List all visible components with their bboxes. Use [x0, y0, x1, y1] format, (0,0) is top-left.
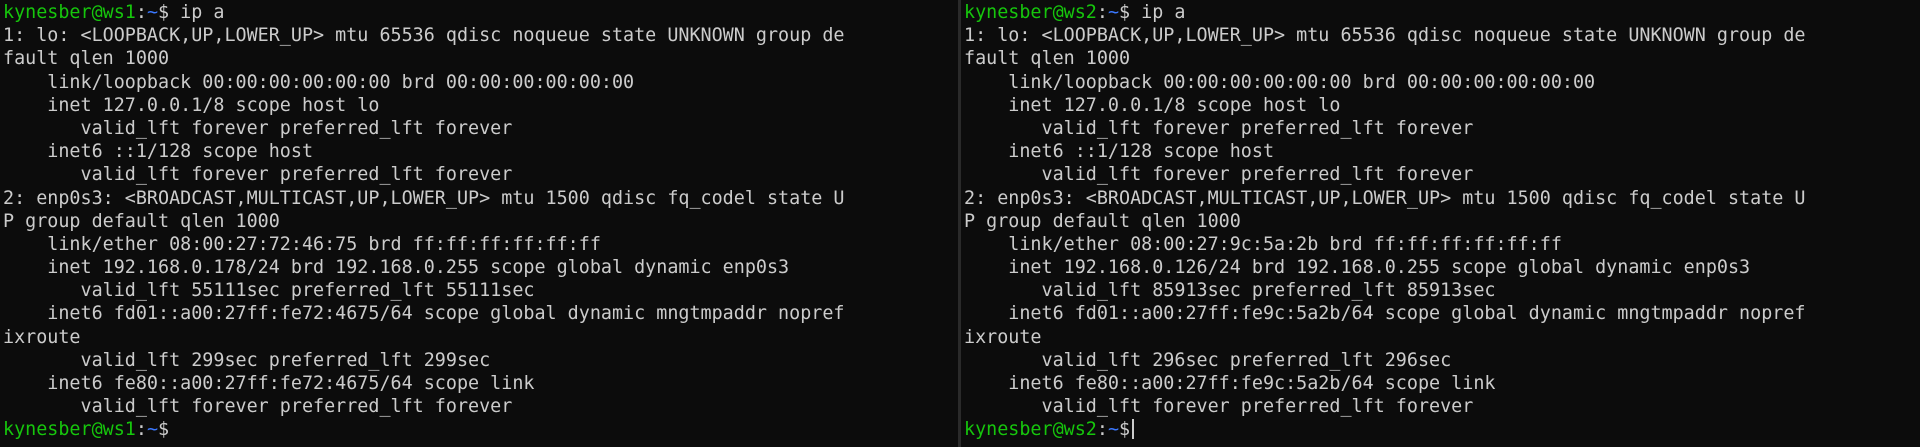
prompt-separator: : — [135, 2, 147, 23]
prompt-user: kynesber@ws1 — [3, 419, 136, 441]
command-line: kynesber@ws2:~$ ip a — [964, 1, 1920, 24]
output-line: valid_lft forever preferred_lft forever — [3, 164, 513, 186]
output-line: link/loopback 00:00:00:00:00:00 brd 00:0… — [964, 71, 1596, 93]
output-line: P group default qlen 1000 — [964, 210, 1241, 232]
prompt-user: kynesber@ws2 — [964, 419, 1097, 441]
terminal-pane-ws2[interactable]: kynesber@ws2:~$ ip a 1: lo: <LOOPBACK,UP… — [961, 0, 1920, 447]
output-line: inet6 fd01::a00:27ff:fe9c:5a2b/64 scope … — [964, 303, 1806, 325]
output-line: inet 127.0.0.1/8 scope host lo — [3, 94, 380, 116]
prompt-user: kynesber@ws1 — [3, 2, 136, 23]
prompt-sign: $ — [158, 2, 170, 23]
prompt-separator: : — [1096, 2, 1108, 23]
prompt-path: ~ — [1107, 419, 1120, 441]
text-cursor — [1132, 419, 1135, 440]
output-line: fault qlen 1000 — [3, 48, 170, 70]
terminal-pane-ws1[interactable]: kynesber@ws1:~$ ip a 1: lo: <LOOPBACK,UP… — [0, 0, 958, 447]
output-line: inet6 fd01::a00:27ff:fe72:4675/64 scope … — [3, 303, 845, 325]
prompt-sign: $ — [1119, 419, 1131, 441]
output-line: inet 192.168.0.178/24 brd 192.168.0.255 … — [3, 257, 790, 279]
command-text: ip a — [169, 2, 225, 23]
output-line: inet 192.168.0.126/24 brd 192.168.0.255 … — [964, 257, 1751, 279]
prompt-separator: : — [135, 419, 147, 441]
output-line: valid_lft forever preferred_lft forever — [964, 164, 1474, 186]
final-prompt-line: kynesber@ws1:~$ — [3, 418, 958, 441]
prompt-sign: $ — [1119, 2, 1131, 23]
output-line: P group default qlen 1000 — [3, 210, 280, 232]
output-line: valid_lft forever preferred_lft forever — [3, 117, 513, 139]
prompt-path: ~ — [146, 419, 159, 441]
output-line: link/ether 08:00:27:72:46:75 brd ff:ff:f… — [3, 233, 601, 255]
prompt-path: ~ — [146, 2, 159, 23]
output-line: link/loopback 00:00:00:00:00:00 brd 00:0… — [3, 71, 635, 93]
output-line: 1: lo: <LOOPBACK,UP,LOWER_UP> mtu 65536 … — [964, 25, 1806, 47]
output-line: valid_lft 55111sec preferred_lft 55111se… — [3, 280, 535, 302]
output-line: inet6 ::1/128 scope host — [964, 141, 1275, 163]
output-line: valid_lft forever preferred_lft forever — [3, 396, 513, 418]
command-line: kynesber@ws1:~$ ip a — [3, 1, 958, 24]
output-line: fault qlen 1000 — [964, 48, 1131, 70]
output-line: 2: enp0s3: <BROADCAST,MULTICAST,UP,LOWER… — [3, 187, 845, 209]
output-line: valid_lft 299sec preferred_lft 299sec — [3, 349, 491, 371]
output-line: inet6 fe80::a00:27ff:fe9c:5a2b/64 scope … — [964, 373, 1496, 394]
output-line: inet6 fe80::a00:27ff:fe72:4675/64 scope … — [3, 373, 535, 394]
output-line: link/ether 08:00:27:9c:5a:2b brd ff:ff:f… — [964, 233, 1562, 255]
output-line: inet6 ::1/128 scope host — [3, 141, 314, 163]
output-line: ixroute — [3, 326, 81, 348]
prompt-path: ~ — [1107, 2, 1120, 23]
output-line: ixroute — [964, 326, 1042, 348]
prompt-separator: : — [1096, 419, 1108, 441]
prompt-sign: $ — [158, 419, 170, 441]
terminal-split-view: kynesber@ws1:~$ ip a 1: lo: <LOOPBACK,UP… — [0, 0, 1920, 447]
output-line: valid_lft forever preferred_lft forever — [964, 117, 1474, 139]
output-line: 1: lo: <LOOPBACK,UP,LOWER_UP> mtu 65536 … — [3, 25, 845, 47]
output-line: valid_lft 296sec preferred_lft 296sec — [964, 349, 1452, 371]
output-line: inet 127.0.0.1/8 scope host lo — [964, 94, 1341, 116]
output-line: valid_lft 85913sec preferred_lft 85913se… — [964, 280, 1496, 302]
prompt-user: kynesber@ws2 — [964, 2, 1097, 23]
output-line: 2: enp0s3: <BROADCAST,MULTICAST,UP,LOWER… — [964, 187, 1806, 209]
command-text: ip a — [1130, 2, 1186, 23]
output-line: valid_lft forever preferred_lft forever — [964, 396, 1474, 418]
final-prompt-line[interactable]: kynesber@ws2:~$ — [964, 418, 1920, 441]
